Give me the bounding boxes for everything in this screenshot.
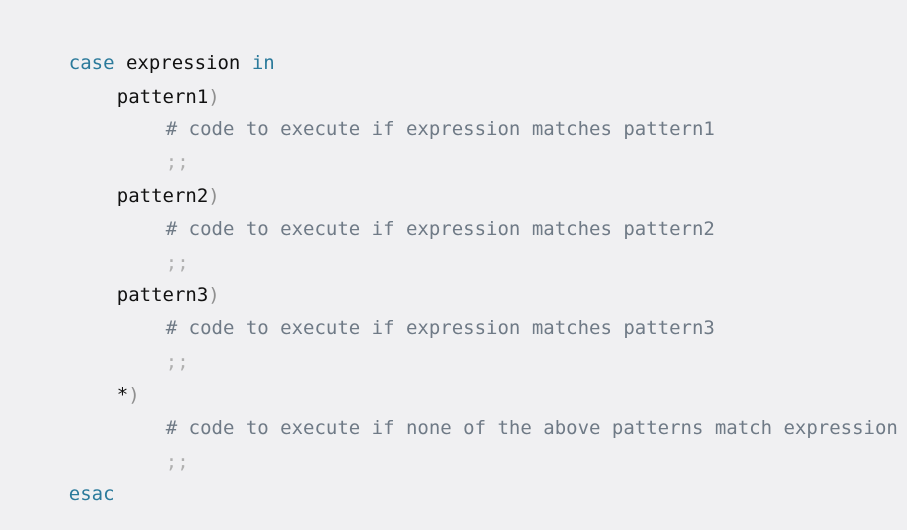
code-line-comment-default: # code to execute if none of the above p… bbox=[120, 392, 898, 464]
code-block: case expression in pattern1) # code to e… bbox=[0, 0, 907, 509]
code-line-esac: esac bbox=[23, 458, 115, 530]
code-line-comment-3: # code to execute if expression matches … bbox=[120, 292, 715, 364]
code-line-comment-1: # code to execute if expression matches … bbox=[120, 93, 715, 165]
code-line-comment-2: # code to execute if expression matches … bbox=[120, 193, 715, 265]
comment-pattern3: # code to execute if expression matches … bbox=[165, 317, 715, 339]
keyword-esac: esac bbox=[68, 483, 115, 505]
case-separator: ;; bbox=[165, 451, 189, 473]
comment-default-case: # code to execute if none of the above p… bbox=[165, 417, 898, 439]
case-separator: ;; bbox=[165, 351, 189, 373]
comment-pattern1: # code to execute if expression matches … bbox=[165, 118, 715, 140]
keyword-in: in bbox=[251, 52, 275, 74]
comment-pattern2: # code to execute if expression matches … bbox=[165, 218, 715, 240]
code-line-separator-4: ;; bbox=[120, 426, 189, 498]
